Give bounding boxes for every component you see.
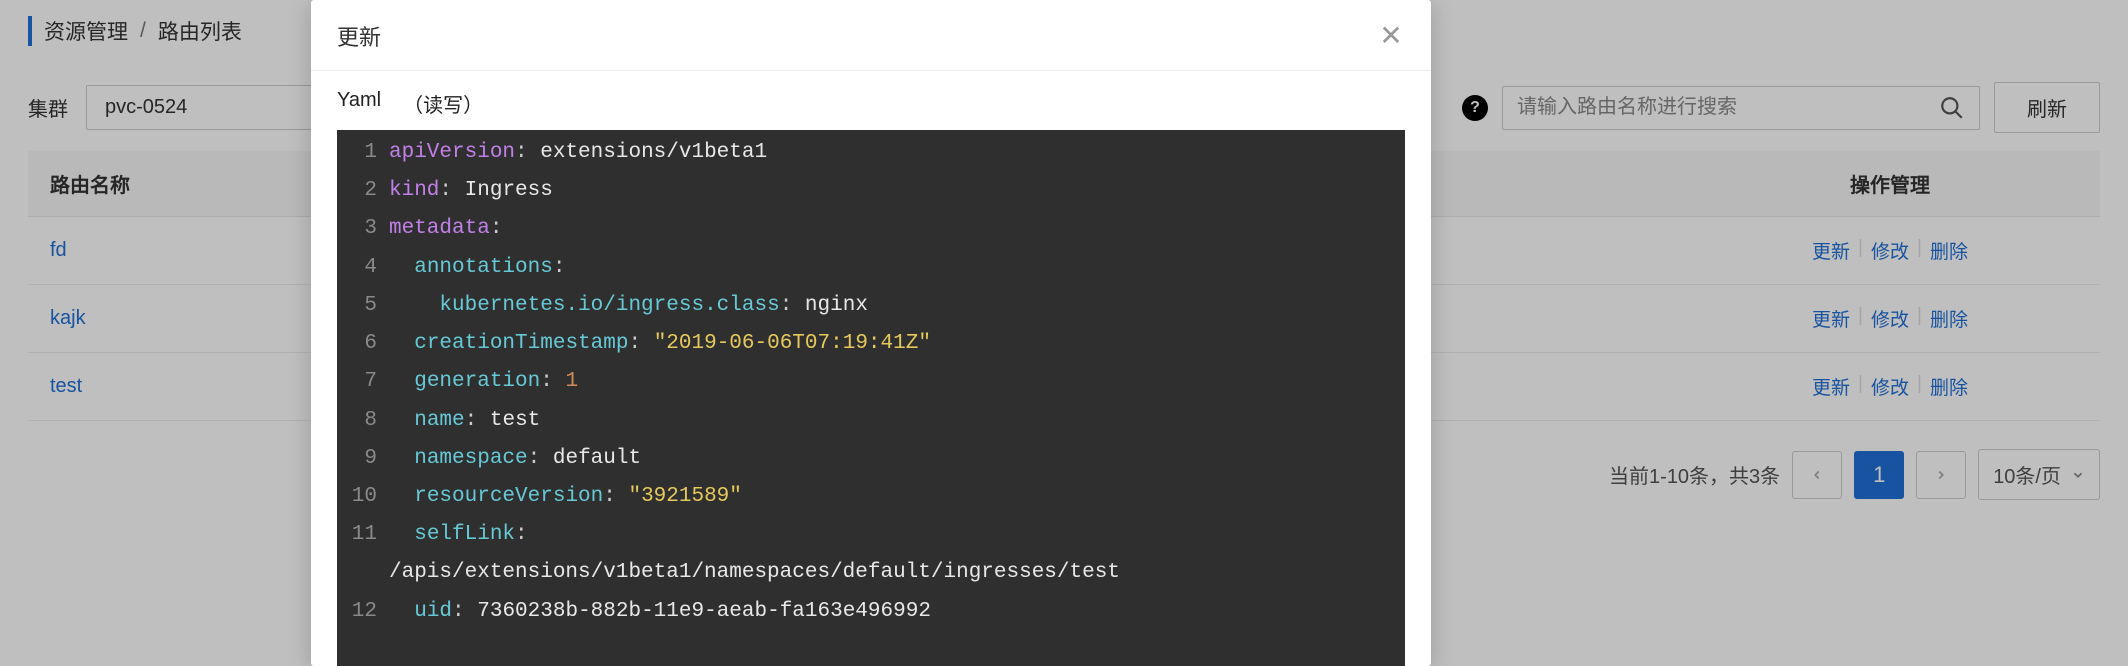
line-number: 3 xyxy=(337,210,389,248)
code-content[interactable]: resourceVersion: "3921589" xyxy=(389,478,742,516)
line-number: 2 xyxy=(337,172,389,210)
line-number: 1 xyxy=(337,134,389,172)
line-number: 8 xyxy=(337,402,389,440)
line-number: 12 xyxy=(337,593,389,631)
close-icon[interactable]: ✕ xyxy=(1377,22,1405,50)
line-number xyxy=(337,554,389,592)
code-line[interactable]: 10 resourceVersion: "3921589" xyxy=(337,478,1405,516)
code-content[interactable]: kubernetes.io/ingress.class: nginx xyxy=(389,287,868,325)
update-modal: 更新 ✕ Yaml （读写） 1apiVersion: extensions/v… xyxy=(311,0,1431,666)
modal-subheader: Yaml （读写） xyxy=(311,71,1431,124)
code-line[interactable]: 6 creationTimestamp: "2019-06-06T07:19:4… xyxy=(337,325,1405,363)
code-content[interactable]: generation: 1 xyxy=(389,363,578,401)
code-line[interactable]: 11 selfLink: xyxy=(337,516,1405,554)
line-number: 5 xyxy=(337,287,389,325)
modal-title: 更新 xyxy=(337,20,381,52)
code-content[interactable]: /apis/extensions/v1beta1/namespaces/defa… xyxy=(389,554,1120,592)
code-content[interactable]: annotations: xyxy=(389,249,565,287)
yaml-tab[interactable]: Yaml xyxy=(337,89,381,118)
code-line[interactable]: /apis/extensions/v1beta1/namespaces/defa… xyxy=(337,554,1405,592)
yaml-editor[interactable]: 1apiVersion: extensions/v1beta12kind: In… xyxy=(337,130,1405,666)
code-line[interactable]: 3metadata: xyxy=(337,210,1405,248)
code-content[interactable]: metadata: xyxy=(389,210,502,248)
line-number: 11 xyxy=(337,516,389,554)
code-line[interactable]: 1apiVersion: extensions/v1beta1 xyxy=(337,134,1405,172)
line-number: 9 xyxy=(337,440,389,478)
code-content[interactable]: namespace: default xyxy=(389,440,641,478)
code-line[interactable]: 12 uid: 7360238b-882b-11e9-aeab-fa163e49… xyxy=(337,593,1405,631)
code-line[interactable]: 8 name: test xyxy=(337,402,1405,440)
code-content[interactable]: uid: 7360238b-882b-11e9-aeab-fa163e49699… xyxy=(389,593,931,631)
code-line[interactable]: 4 annotations: xyxy=(337,249,1405,287)
line-number: 10 xyxy=(337,478,389,516)
editor-mode: （读写） xyxy=(403,89,483,118)
code-content[interactable]: selfLink: xyxy=(389,516,528,554)
code-content[interactable]: apiVersion: extensions/v1beta1 xyxy=(389,134,767,172)
code-line[interactable]: 5 kubernetes.io/ingress.class: nginx xyxy=(337,287,1405,325)
code-content[interactable]: creationTimestamp: "2019-06-06T07:19:41Z… xyxy=(389,325,931,363)
code-line[interactable]: 7 generation: 1 xyxy=(337,363,1405,401)
code-line[interactable]: 9 namespace: default xyxy=(337,440,1405,478)
line-number: 6 xyxy=(337,325,389,363)
code-line[interactable]: 2kind: Ingress xyxy=(337,172,1405,210)
code-content[interactable]: name: test xyxy=(389,402,540,440)
modal-header: 更新 ✕ xyxy=(311,0,1431,71)
line-number: 4 xyxy=(337,249,389,287)
code-content[interactable]: kind: Ingress xyxy=(389,172,553,210)
line-number: 7 xyxy=(337,363,389,401)
